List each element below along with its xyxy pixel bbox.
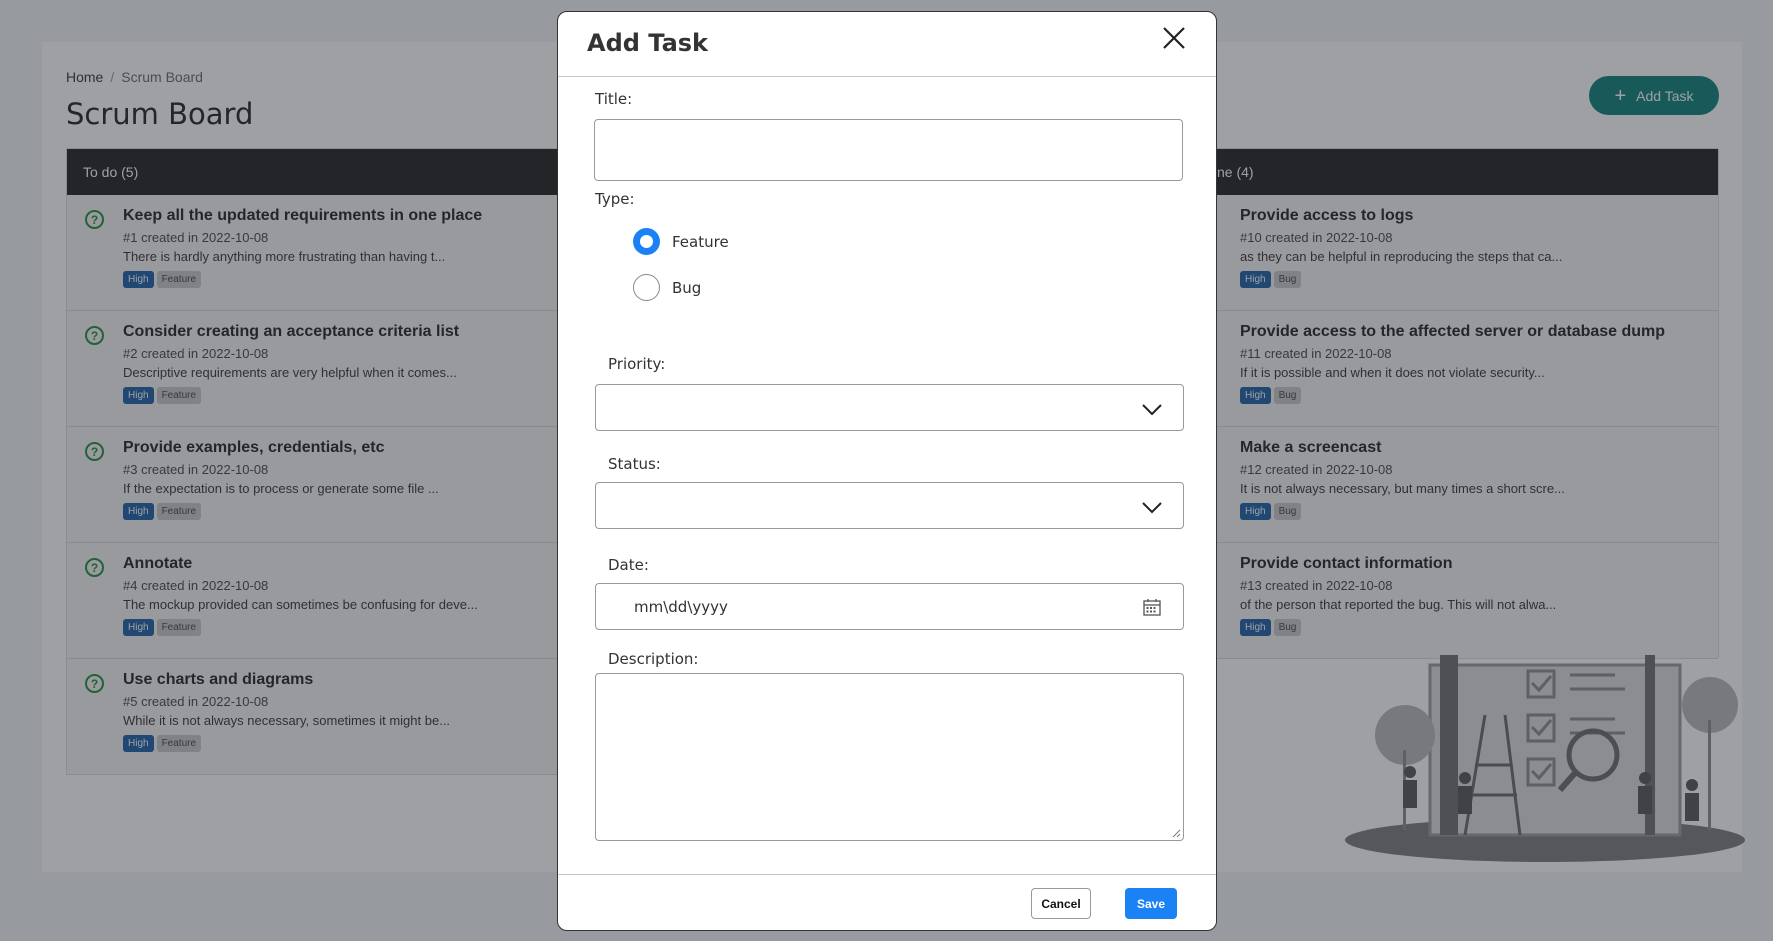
type-option-label: Bug [672, 278, 702, 297]
priority-label: Priority: [608, 355, 666, 373]
type-label: Type: [595, 190, 635, 208]
save-button[interactable]: Save [1125, 888, 1177, 919]
date-label: Date: [608, 556, 649, 574]
description-label: Description: [608, 650, 699, 668]
type-radio-bug[interactable]: Bug [633, 274, 701, 301]
cancel-button[interactable]: Cancel [1031, 888, 1091, 919]
status-label: Status: [608, 455, 661, 473]
date-placeholder: mm\dd\yyyy [634, 598, 728, 616]
resize-grip-icon[interactable] [1171, 828, 1181, 838]
type-radio-feature[interactable]: Feature [633, 228, 729, 255]
modal-body: Title: Type: Feature Bug Priority: Statu… [558, 78, 1216, 874]
date-input[interactable]: mm\dd\yyyy [595, 583, 1184, 630]
status-select[interactable] [595, 482, 1184, 529]
modal-footer: Cancel Save [558, 874, 1216, 930]
title-input[interactable] [594, 119, 1183, 181]
radio-unchecked-icon [633, 274, 660, 301]
type-option-label: Feature [672, 232, 729, 251]
radio-checked-icon [633, 228, 660, 255]
close-icon[interactable] [1160, 24, 1188, 52]
title-label: Title: [595, 90, 633, 108]
add-task-modal: Add Task Title: Type: Feature Bug Priori… [557, 11, 1217, 931]
chevron-down-icon [1142, 404, 1162, 416]
calendar-icon[interactable] [1143, 598, 1161, 616]
modal-header: Add Task [558, 12, 1216, 77]
chevron-down-icon [1142, 502, 1162, 514]
priority-select[interactable] [595, 384, 1184, 431]
modal-title: Add Task [587, 29, 709, 57]
description-textarea[interactable] [595, 673, 1184, 841]
